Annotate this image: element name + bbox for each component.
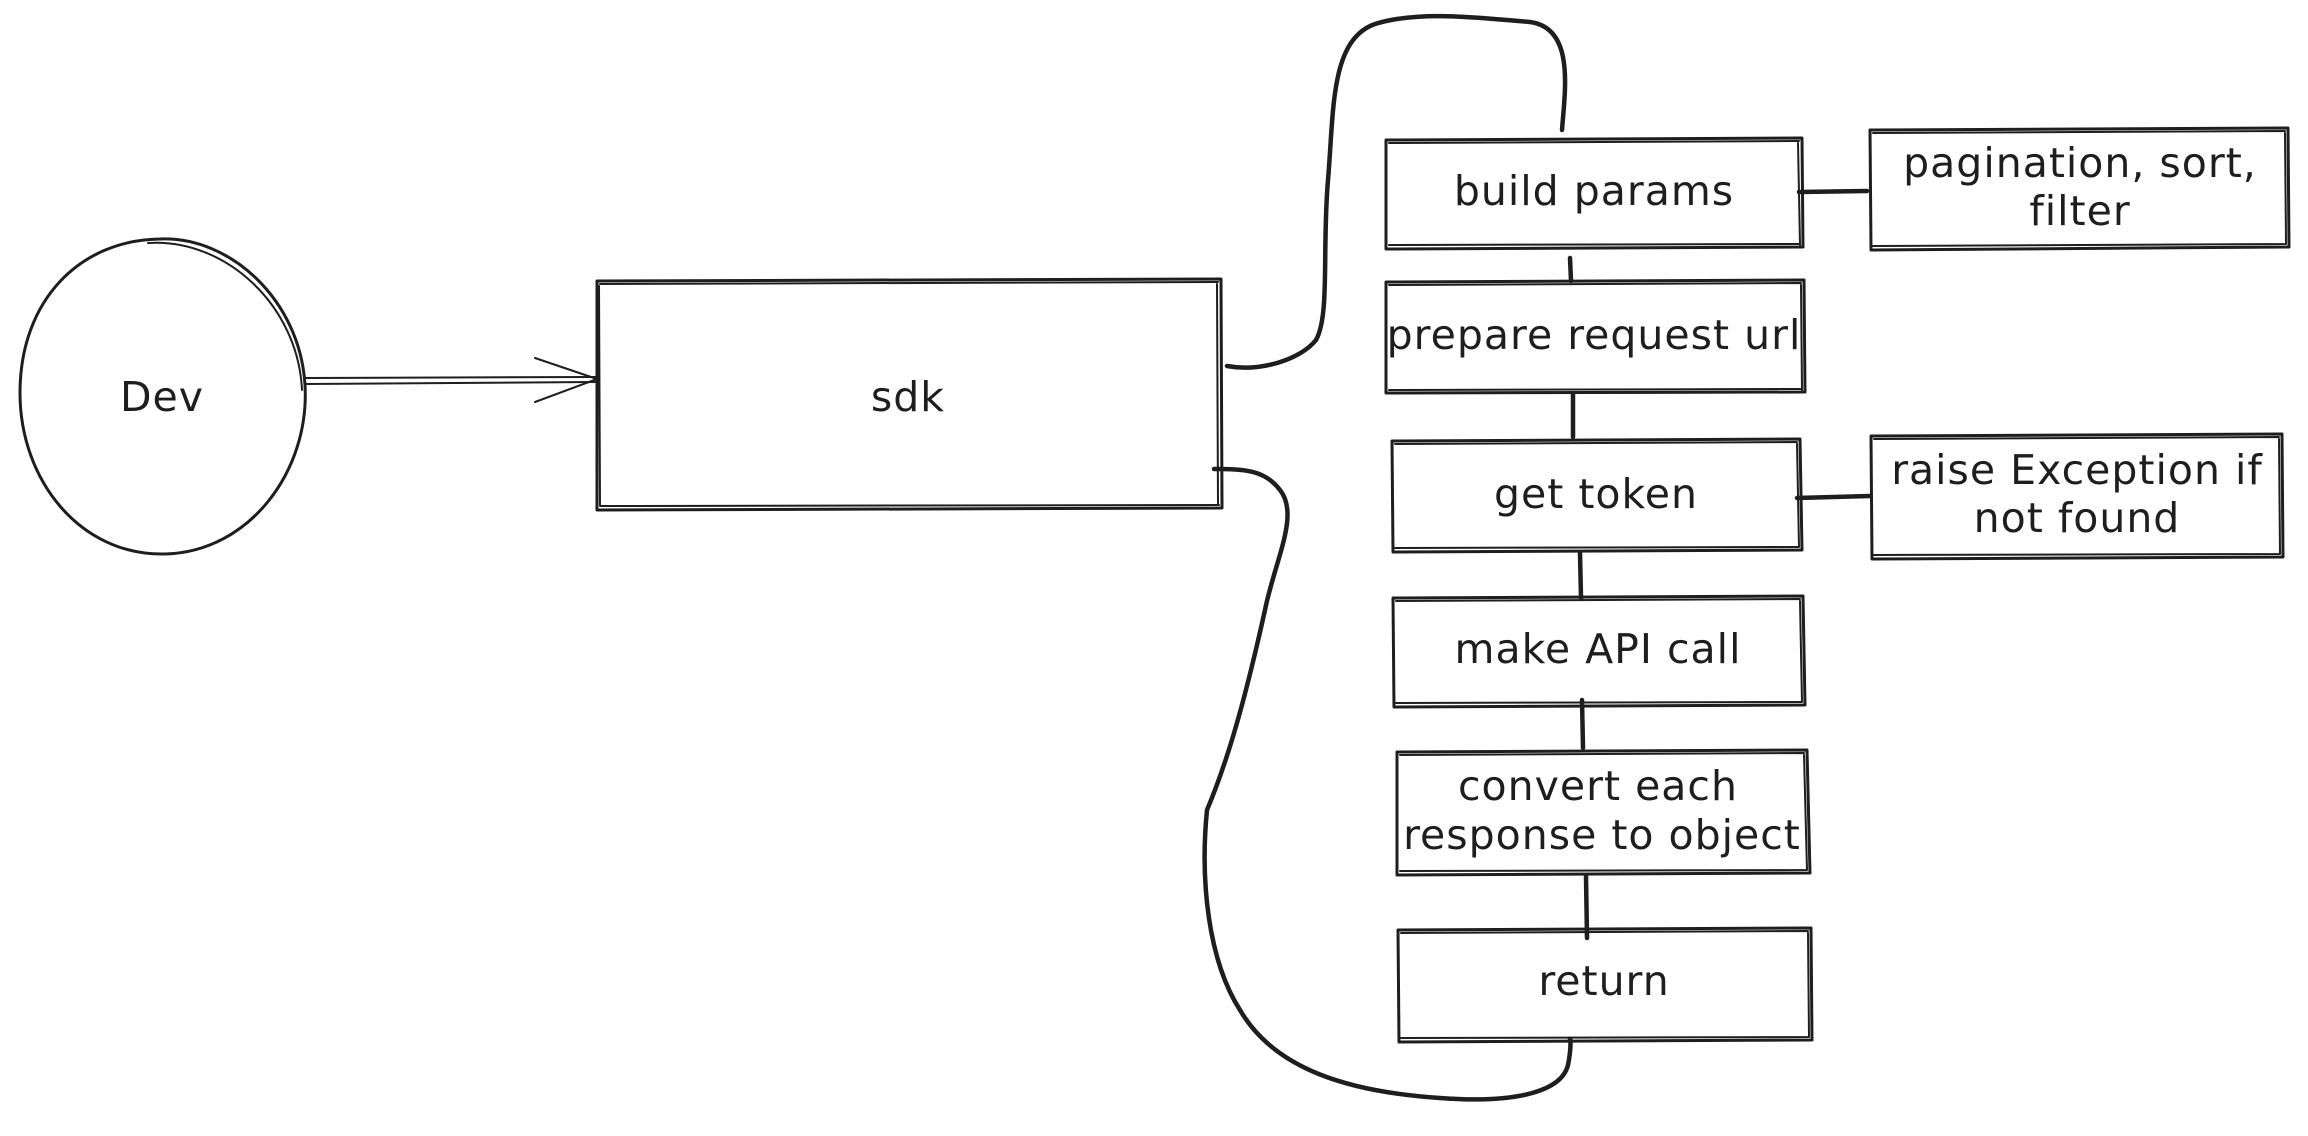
prepare-request-url-node: prepare request url <box>1384 278 1807 395</box>
exception-label-line2: not found <box>1974 494 2181 542</box>
exception-label-line1: raise Exception if <box>1891 446 2263 494</box>
build-to-prepare-connector <box>1567 255 1574 284</box>
convert-response-node: convert each response to object <box>1395 748 1812 877</box>
dev-node: Dev <box>18 237 307 556</box>
convert-response-label-line1: convert each <box>1458 762 1738 810</box>
make-api-call-label: make API call <box>1455 625 1742 673</box>
get-token-to-exception-line <box>1794 493 1873 501</box>
sdk-label: sdk <box>871 373 945 421</box>
sdk-node: sdk <box>595 277 1224 512</box>
pagination-label-line2: filter <box>2029 187 2130 235</box>
return-label: return <box>1538 957 1669 1005</box>
make-api-call-node: make API call <box>1391 594 1807 709</box>
get-token-label: get token <box>1494 470 1698 518</box>
dev-to-sdk-arrow <box>305 357 598 403</box>
dev-label: Dev <box>120 373 204 421</box>
token-to-api-connector <box>1577 550 1584 601</box>
get-token-node: get token <box>1390 437 1804 554</box>
pagination-note: pagination, sort, filter <box>1868 126 2291 252</box>
build-params-to-pagination-line <box>1796 188 1870 195</box>
return-node: return <box>1396 926 1814 1044</box>
api-to-convert-connector <box>1579 697 1586 751</box>
convert-response-label-line2: response to object <box>1403 811 1801 859</box>
build-params-node: build params <box>1384 136 1805 251</box>
build-params-label: build params <box>1454 167 1734 215</box>
dev-circle-sketch <box>147 241 303 391</box>
pagination-label-line1: pagination, sort, <box>1903 139 2257 187</box>
flow-diagram: Dev sdk build params pagination, sort, f… <box>18 13 2291 1102</box>
exception-note: raise Exception if not found <box>1869 432 2285 561</box>
prepare-request-url-label: prepare request url <box>1387 311 1802 359</box>
